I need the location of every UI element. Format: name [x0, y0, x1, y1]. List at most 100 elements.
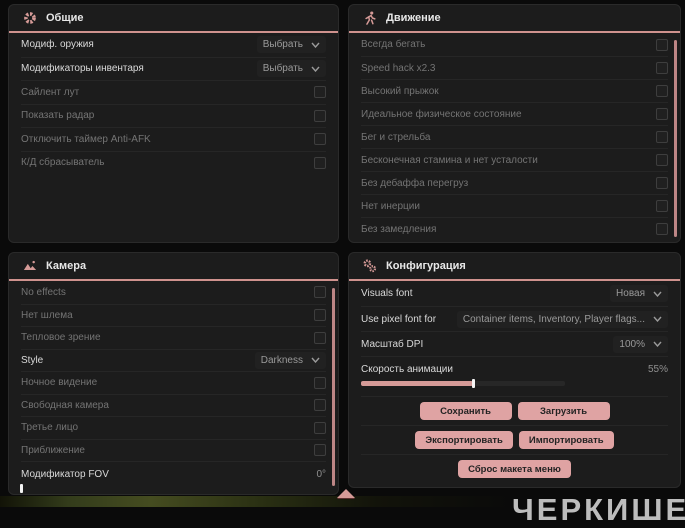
row-perfect-condition[interactable]: Идеальное физическое состояние: [361, 102, 668, 125]
row-label: Модификатор FOV: [21, 468, 109, 480]
row-no-effects[interactable]: No effects: [21, 281, 326, 304]
panel-config: Конфигурация Visuals font Новая Use pixe…: [348, 252, 681, 488]
animation-speed-slider[interactable]: [361, 379, 565, 388]
row-run-and-shoot[interactable]: Бег и стрельба: [361, 125, 668, 148]
load-button[interactable]: Загрузить: [517, 402, 610, 420]
import-button[interactable]: Импортировать: [518, 431, 614, 449]
row-label: Всегда бегать: [361, 39, 426, 50]
export-button[interactable]: Экспортировать: [415, 431, 513, 449]
row-dpi-scale: Масштаб DPI 100%: [361, 331, 668, 356]
row-anti-afk[interactable]: Отключить таймер Anti-AFK: [21, 127, 326, 151]
row-label: Свободная камера: [21, 399, 109, 411]
reset-layout-button[interactable]: Сброс макета меню: [458, 460, 571, 478]
checkbox[interactable]: [314, 156, 326, 169]
panel-title: Конфигурация: [386, 260, 466, 272]
style-dropdown[interactable]: Darkness: [255, 352, 326, 369]
scrollbar[interactable]: [674, 40, 677, 237]
row-label: Ночное видение: [21, 377, 98, 389]
fov-slider-handle[interactable]: [20, 484, 23, 493]
row-visuals-font: Visuals font Новая: [361, 281, 668, 306]
panel-title: Движение: [386, 12, 441, 24]
save-button[interactable]: Сохранить: [419, 402, 512, 420]
panel-movement: Движение Всегда бегать Speed hack x2.3 В…: [348, 4, 681, 243]
checkbox[interactable]: [656, 223, 668, 235]
row-label: Visuals font: [361, 288, 413, 299]
row-no-overload-debuff[interactable]: Без дебаффа перегруз: [361, 171, 668, 194]
checkbox[interactable]: [656, 131, 668, 143]
slider-handle[interactable]: [472, 379, 476, 388]
checkbox[interactable]: [314, 109, 326, 122]
row-label: Без замедления: [361, 223, 437, 235]
checkbox[interactable]: [656, 62, 668, 74]
chevron-down-icon: [653, 341, 662, 347]
panel-camera-header[interactable]: Камера: [9, 253, 338, 279]
checkbox[interactable]: [314, 444, 326, 457]
row-label: Тепловое зрение: [21, 332, 101, 344]
row-label: Style: [21, 354, 44, 366]
row-free-camera[interactable]: Свободная камера: [21, 393, 326, 417]
row-label: Масштаб DPI: [361, 338, 424, 350]
animation-speed-value: 55%: [647, 363, 668, 375]
row-zoom[interactable]: Приближение: [21, 438, 326, 462]
row-no-helmet[interactable]: Нет шлема: [21, 303, 326, 327]
row-cooldown-reset[interactable]: К/Д сбрасыватель: [21, 150, 326, 175]
dpi-scale-dropdown[interactable]: 100%: [613, 336, 668, 353]
checkbox[interactable]: [656, 154, 668, 166]
pixel-font-dropdown[interactable]: Container items, Inventory, Player flags…: [457, 311, 668, 328]
row-night-vision[interactable]: Ночное видение: [21, 371, 326, 394]
row-speed-hack[interactable]: Speed hack x2.3: [361, 56, 668, 79]
row-pixel-font: Use pixel font for Container items, Inve…: [361, 306, 668, 331]
row-always-run[interactable]: Всегда бегать: [361, 33, 668, 56]
row-inventory-mods: Модификаторы инвентаря Выбрать: [21, 56, 326, 81]
checkbox[interactable]: [314, 86, 326, 99]
row-label: Сайлент лут: [21, 86, 80, 98]
row-label: No effects: [21, 286, 66, 298]
checkbox[interactable]: [656, 38, 668, 51]
row-no-inertia[interactable]: Нет инерции: [361, 194, 668, 217]
checkbox[interactable]: [656, 108, 668, 120]
scrollbar[interactable]: [332, 288, 335, 486]
checkbox[interactable]: [314, 376, 326, 389]
row-label: Скорость анимации: [361, 363, 453, 375]
panel-config-header[interactable]: Конфигурация: [349, 253, 680, 279]
row-label: Модиф. оружия: [21, 39, 94, 51]
inventory-mods-dropdown[interactable]: Выбрать: [257, 60, 326, 77]
checkbox[interactable]: [656, 177, 668, 189]
row-silent-loot[interactable]: Сайлент лут: [21, 80, 326, 104]
row-label: Приближение: [21, 444, 85, 456]
checkbox[interactable]: [656, 85, 668, 97]
slider-fill: [361, 381, 474, 386]
gear-flower-icon: [23, 11, 37, 25]
fov-slider[interactable]: [20, 484, 141, 493]
row-high-jump[interactable]: Высокий прыжок: [361, 79, 668, 102]
checkbox[interactable]: [314, 286, 326, 299]
row-infinite-stamina[interactable]: Бесконечная стамина и нет усталости: [361, 148, 668, 171]
row-label: Идеальное физическое состояние: [361, 108, 522, 120]
row-no-slowdown[interactable]: Без замедления: [361, 217, 668, 240]
panel-camera: Камера No effects Нет шлема Тепловое зре…: [8, 252, 339, 495]
row-animation-speed: Скорость анимации 55%: [361, 356, 668, 394]
weapon-mod-dropdown[interactable]: Выбрать: [257, 36, 326, 53]
panel-general-header[interactable]: Общие: [9, 5, 338, 31]
row-label: Отключить таймер Anti-AFK: [21, 133, 151, 145]
visuals-font-dropdown[interactable]: Новая: [610, 285, 668, 302]
checkbox[interactable]: [314, 421, 326, 434]
row-thermal-vision[interactable]: Тепловое зрение: [21, 326, 326, 349]
running-person-icon: [363, 11, 377, 25]
checkbox[interactable]: [314, 331, 326, 344]
checkbox[interactable]: [314, 309, 326, 322]
watermark-text: ЧЕРКИШЕ: [512, 492, 685, 527]
row-third-person[interactable]: Третье лицо: [21, 416, 326, 439]
checkbox[interactable]: [314, 133, 326, 146]
row-label: Высокий прыжок: [361, 85, 439, 97]
checkbox[interactable]: [656, 200, 668, 212]
row-style: Style Darkness: [21, 348, 326, 372]
row-show-radar[interactable]: Показать радар: [21, 103, 326, 128]
row-weapon-mod: Модиф. оружия Выбрать: [21, 33, 326, 57]
panel-movement-header[interactable]: Движение: [349, 5, 680, 31]
row-label: Бег и стрельба: [361, 131, 431, 143]
checkbox[interactable]: [314, 399, 326, 412]
chevron-down-icon: [311, 66, 320, 72]
row-label: Без дебаффа перегруз: [361, 177, 469, 189]
row-label: Показать радар: [21, 110, 95, 122]
